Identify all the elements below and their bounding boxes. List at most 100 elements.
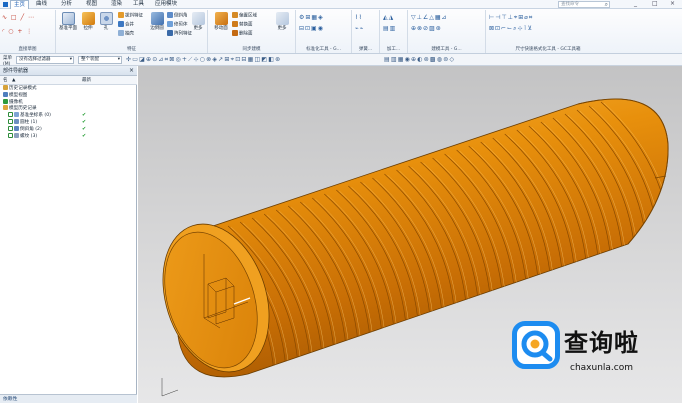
unite-icon — [118, 21, 124, 27]
pattern-feature-button[interactable]: 阵列特征 — [167, 30, 192, 38]
group-label: 同步建模 — [242, 47, 261, 52]
view-tool-icons[interactable]: ▤▥▦◉⊕◐⊚▩◍⊜◇ — [384, 56, 455, 64]
tree-row-history-mode[interactable]: 历史记录模式 — [0, 85, 137, 92]
tab-view[interactable]: 视图 — [83, 0, 100, 9]
tree-row-cameras[interactable]: 摄像机 — [0, 98, 137, 106]
move-face-button[interactable]: 移动面 — [212, 12, 230, 42]
group-modeling-tools: ▽⊥∠△▦⊿ ⊕⊗⊘▨⊛ 建模工具 - G... — [408, 10, 486, 53]
tab-curve[interactable]: 曲线 — [33, 0, 50, 9]
replace-face-icon — [232, 21, 238, 27]
extrude-button[interactable]: 拉伸 — [79, 12, 97, 42]
tree-row-datum-csys[interactable]: 基准坐标系 (0) ✔ — [0, 112, 137, 119]
ribbon-tab-bar: 主页 曲线 分析 视图 渲染 工具 应用模块 查找命令 ⌕ _ □ × — [0, 0, 682, 9]
folder-icon — [3, 105, 8, 111]
modeling-tool-icons-row1[interactable]: ▽⊥∠△▦⊿ — [411, 14, 448, 22]
command-search-input[interactable]: 查找命令 — [558, 1, 610, 8]
type-filter-select[interactable]: 没有选择过滤器 ▾ — [16, 56, 74, 64]
datum-plane-icon — [61, 12, 75, 25]
tab-tools[interactable]: 工具 — [130, 0, 147, 9]
tab-home[interactable]: 主页 — [10, 0, 30, 9]
spring-tool-icons-2[interactable]: ⌁⌁ — [355, 25, 364, 33]
group-label: 尺寸快速格式化工具 - GC工具箱 — [515, 47, 581, 52]
checkbox-checked-icon[interactable] — [8, 118, 13, 124]
spring-tool-icons[interactable]: ⌇⌇ — [355, 14, 363, 22]
column-latest[interactable]: 最新 — [82, 76, 91, 85]
delete-face-button[interactable]: 删除面 — [232, 30, 253, 38]
standard-tool-icons-row1[interactable]: ⚙⊞▦◈ — [299, 14, 324, 22]
sort-ascending-icon[interactable]: ▲ — [12, 76, 15, 85]
sync-more-button[interactable]: 更多 — [274, 12, 290, 42]
dimension-tool-icons-row2[interactable]: ⊠⊡⌐⌙⌕⊹⊺⊻ — [489, 25, 533, 33]
extrude-icon — [81, 12, 95, 25]
shell-button[interactable]: 抽壳 — [118, 30, 134, 38]
up-to-date-check-icon: ✔ — [82, 125, 87, 132]
search-icon[interactable]: ⌕ — [605, 1, 608, 9]
hole-button[interactable]: 孔 — [97, 12, 115, 42]
tab-analysis[interactable]: 分析 — [58, 0, 75, 9]
chamfer-button[interactable]: 倒斜角 — [167, 12, 188, 20]
close-icon[interactable]: × — [129, 66, 134, 76]
navigator-column-header: 名 ▲ 最新 — [0, 76, 137, 85]
sketch-curve-icons[interactable]: ∿ □ ╱ ⋯ — [2, 14, 35, 22]
tab-applications[interactable]: 应用模块 — [152, 0, 180, 9]
tab-render[interactable]: 渲染 — [108, 0, 125, 9]
group-feature: 基准平面 拉伸 孔 拔斜特征 合并 抽壳 边倒圆 倒斜角 修剪体 阵列特征 更多 — [56, 10, 208, 53]
edge-blend-button[interactable]: 边倒圆 — [148, 12, 166, 42]
watermark-title: 查询啦 — [564, 329, 639, 357]
tree-row-thread[interactable]: 螺纹 (3) ✔ — [0, 132, 137, 140]
machining-tool-icons-2[interactable]: ▤▥ — [383, 25, 396, 33]
maximize-button[interactable]: □ — [652, 0, 658, 7]
view-triad-icon[interactable] — [161, 378, 179, 397]
part-navigator: 部件导航器 × 名 ▲ 最新 历史记录模式 模型视图 摄像机 模型历史记录 基准… — [0, 66, 137, 403]
group-standard-tools: ⚙⊞▦◈ ⊟⊡▣◉ 标准化工具 - G... — [296, 10, 352, 53]
group-label: 直接草图 — [18, 47, 37, 52]
modeling-tool-icons-row2[interactable]: ⊕⊗⊘▨⊛ — [411, 25, 442, 33]
history-icon — [3, 85, 8, 90]
navigator-tree: 历史记录模式 模型视图 摄像机 模型历史记录 基准坐标系 (0) ✔ 圆柱 (1)… — [0, 85, 137, 139]
group-label: 标准化工具 - G... — [306, 47, 341, 52]
replace-face-button[interactable]: 替换面 — [232, 21, 253, 29]
offset-region-button[interactable]: 偏置区域 — [232, 12, 257, 20]
up-to-date-check-icon: ✔ — [82, 118, 87, 125]
more-icon — [191, 12, 205, 25]
standard-tool-icons-row2[interactable]: ⊟⊡▣◉ — [299, 25, 324, 33]
minimize-button[interactable]: _ — [634, 0, 637, 7]
file-menu-icon[interactable] — [0, 0, 9, 9]
close-button[interactable]: × — [670, 0, 675, 7]
camera-icon — [3, 98, 8, 104]
watermark-url: chaxunla.com — [570, 363, 633, 373]
thread-icon — [14, 132, 19, 138]
model-views-icon — [3, 91, 8, 97]
machining-tool-icons[interactable]: ◭◮ — [383, 14, 394, 22]
snap-point-icons[interactable]: ✢▭◪⊕⊙⊿⌗⊠◎+⟋⊹○⊗◈↗⊞⌖⊡⊟▦◫◩◧⊛ — [126, 56, 281, 64]
more-icon — [275, 12, 289, 25]
dimension-tool-icons-row1[interactable]: ⊢⊣⊤⊥⌖⊞⌀⌗ — [489, 14, 533, 22]
edge-blend-icon — [150, 12, 164, 25]
tree-row-chamfer[interactable]: 倒斜角 (2) ✔ — [0, 125, 137, 133]
tree-row-model-views[interactable]: 模型视图 — [0, 91, 137, 99]
menu-button[interactable]: 菜单(M) — [1, 56, 15, 67]
unite-button[interactable]: 合并 — [118, 21, 134, 29]
watermark-logo: 查询啦 chaxunla.com — [512, 321, 670, 381]
chevron-down-icon: ▾ — [117, 57, 120, 62]
delete-face-icon — [232, 30, 238, 36]
feature-more-button[interactable]: 更多 — [190, 12, 206, 42]
checkbox-checked-icon[interactable] — [8, 132, 13, 138]
group-direct-sketch: ∿ □ ╱ ⋯ ◜ ○ + ⋮ 直接草图 — [0, 10, 56, 53]
checkbox-checked-icon[interactable] — [8, 125, 13, 131]
search-logo-icon — [521, 330, 553, 362]
dependencies-panel-toggle[interactable]: 依赖性 — [0, 394, 137, 403]
column-name[interactable]: 名 — [3, 76, 8, 85]
group-sync-modeling: 移动面 偏置区域 替换面 删除面 更多 同步建模 — [208, 10, 296, 53]
selection-scope-select[interactable]: 整个装配 ▾ — [78, 56, 122, 64]
sketch-arc-icons[interactable]: ◜ ○ + ⋮ — [2, 28, 33, 36]
group-label: 弹簧... — [358, 47, 373, 52]
trim-body-button[interactable]: 修剪体 — [167, 21, 188, 29]
selection-toolbar: 菜单(M) 没有选择过滤器 ▾ 整个装配 ▾ ✢▭◪⊕⊙⊿⌗⊠◎+⟋⊹○⊗◈↗⊞⌖⊡… — [0, 54, 682, 67]
up-to-date-check-icon: ✔ — [82, 112, 87, 119]
tree-row-model-history[interactable]: 模型历史记录 — [0, 105, 137, 112]
draft-feature-button[interactable]: 拔斜特征 — [118, 12, 143, 20]
tree-row-cylinder[interactable]: 圆柱 (1) ✔ — [0, 118, 137, 126]
datum-plane-button[interactable]: 基准平面 — [59, 12, 77, 42]
checkbox-checked-icon[interactable] — [8, 112, 13, 118]
